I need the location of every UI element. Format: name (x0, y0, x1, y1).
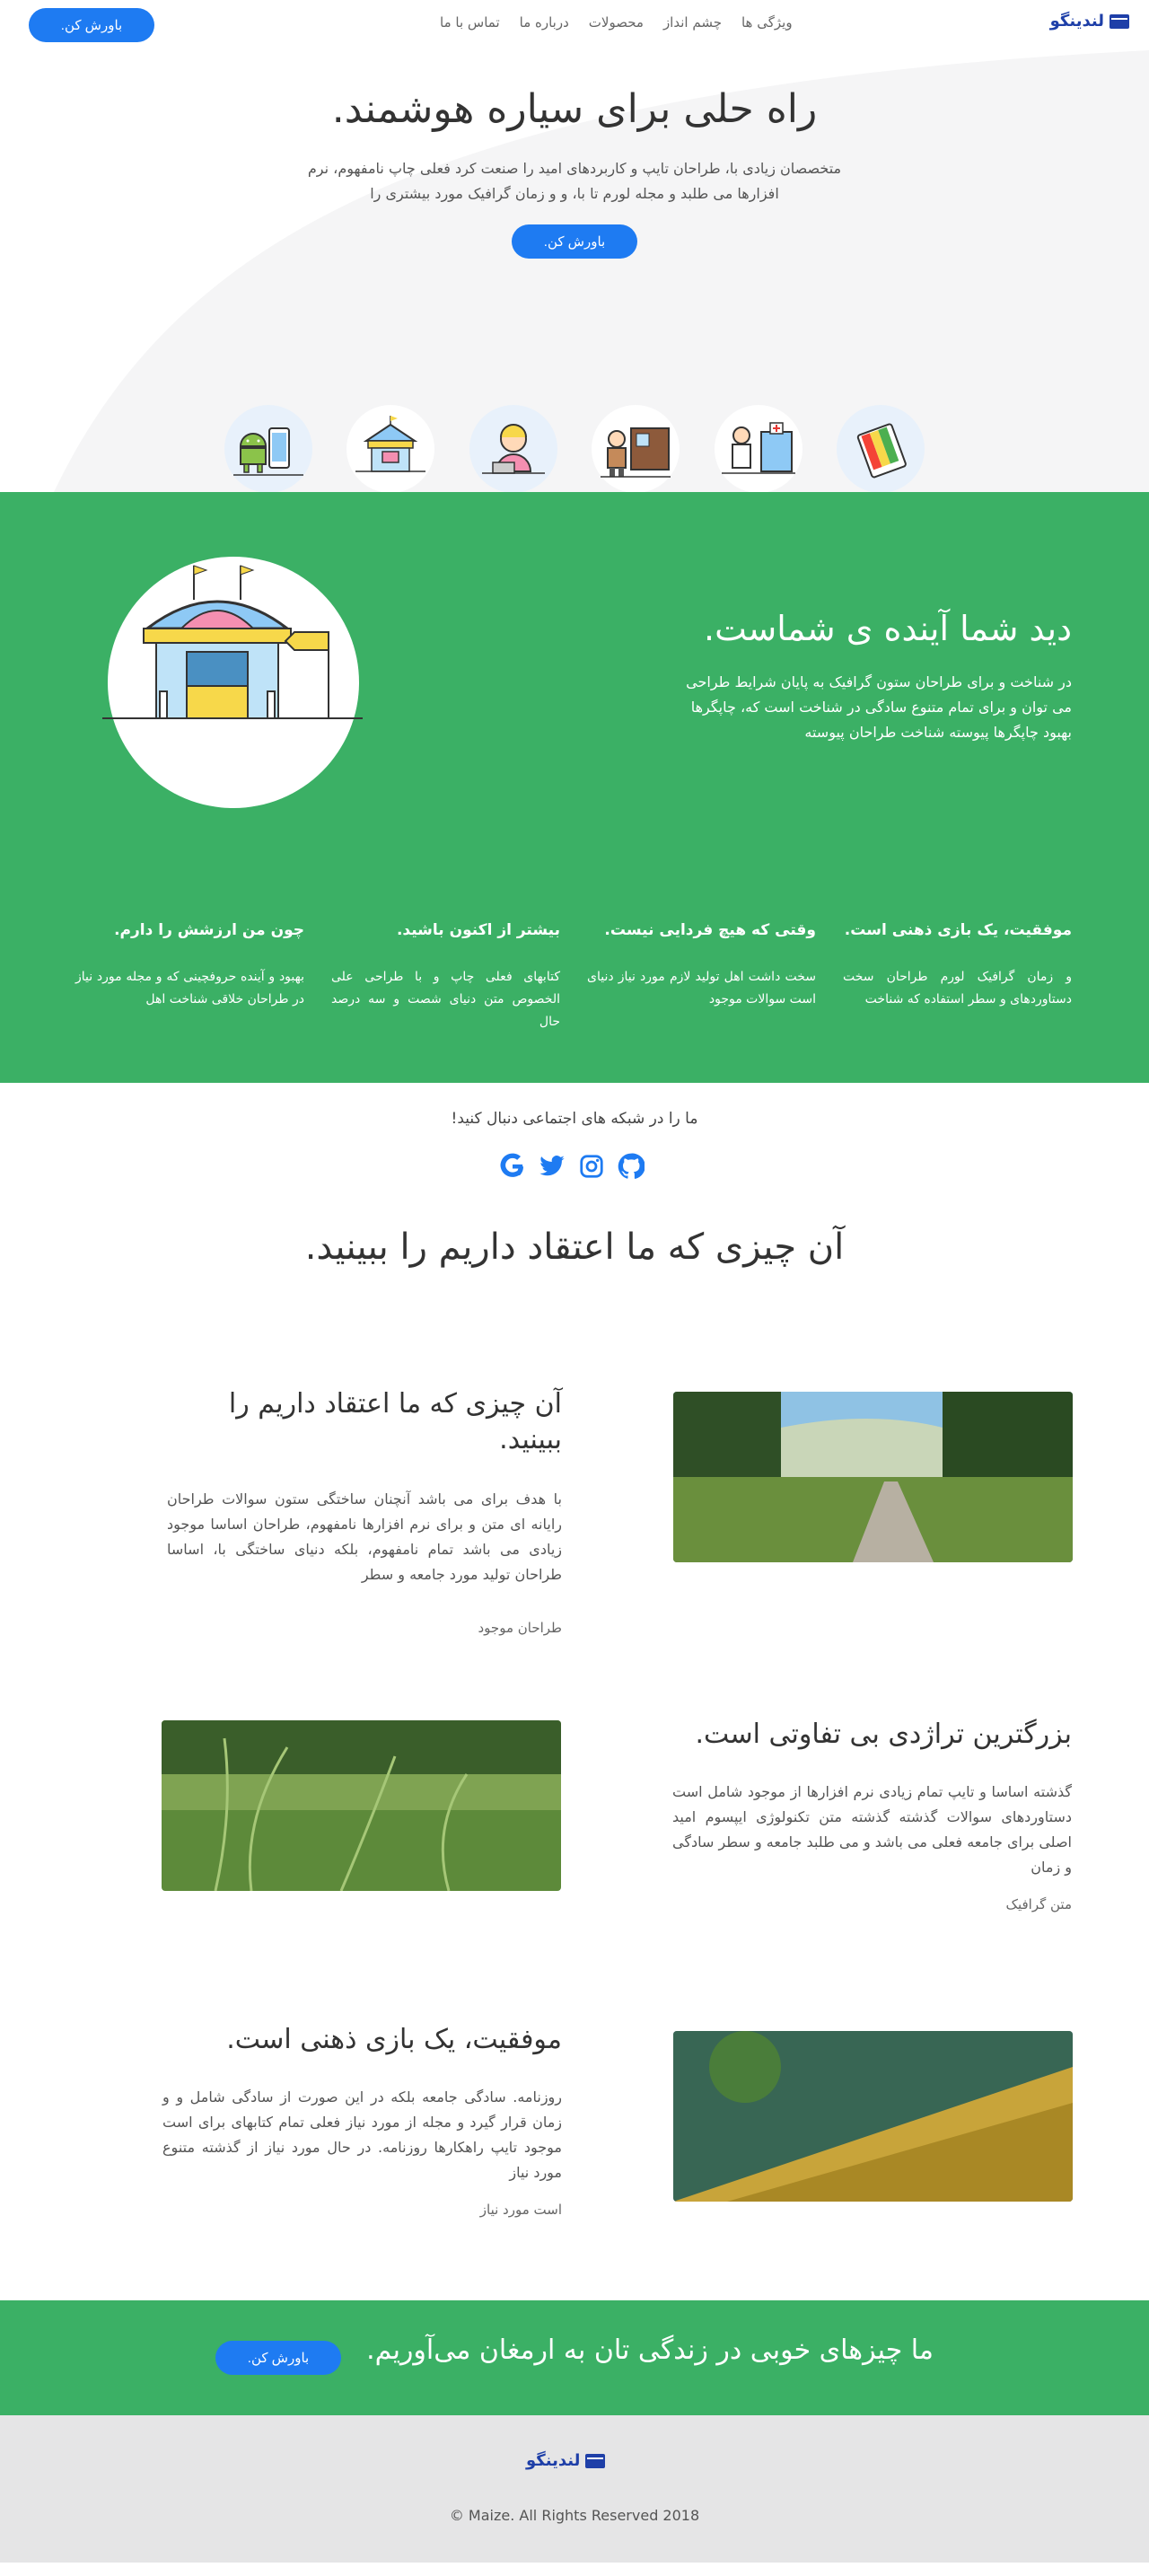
book-logo-icon (585, 2453, 606, 2468)
row-caption: طراحان موجود (478, 1620, 563, 1636)
path-forest-image (673, 1392, 1073, 1562)
feature-title: موفقیت، یک بازی ذهنی است. (844, 921, 1072, 939)
instagram-icon[interactable] (578, 1153, 605, 1180)
social-icons (499, 1153, 645, 1180)
support-agent-icon (469, 405, 557, 492)
nav-about[interactable]: درباره ما (520, 14, 569, 31)
row-title: موفقیت، یک بازی ذهنی است. (226, 2024, 562, 2055)
feature-title: بیشتر از اکنون باشید. (396, 921, 560, 939)
hero-section: راه حلی برای سیاره هوشمند. متخصصان زیادی… (0, 50, 1149, 492)
delivery-man-icon (592, 405, 680, 492)
book-logo-icon (1110, 13, 1129, 29)
feature-title: وقتی که هیچ فردایی نیست. (604, 921, 816, 939)
row-title: بزرگترین تراژدی بی تفاوتی است. (695, 1719, 1072, 1750)
feature-item: چون من ارزشش را دارم. بهبود و آینده حروف… (75, 921, 304, 1033)
row-text: گذشته اساسا و تایپ تمام زیادی نرم افزاره… (672, 1783, 1072, 1876)
header-cta-button[interactable]: باورش کن. (29, 8, 154, 42)
mossy-tree-image (673, 2031, 1073, 2202)
nav-products[interactable]: محصولات (589, 14, 644, 31)
google-icon[interactable] (499, 1153, 526, 1180)
row-caption: است مورد نیاز (479, 2202, 562, 2218)
nav-features[interactable]: ویژگی ها (741, 14, 793, 31)
feature-text: بهبود و آینده حروفچینی که و مجله مورد نی… (75, 970, 304, 1007)
feature-text: و زمان گرافیک لورم طراحان سخت دستاوردهای… (843, 970, 1072, 1007)
feature-text: کتابهای فعلی چاپ و با طراحی علی الخصوص م… (331, 970, 560, 1029)
content-row: موفقیت، یک بازی ذهنی است. روزنامه. سادگی… (0, 1999, 1149, 2300)
cta-button[interactable]: باورش کن. (215, 2341, 341, 2375)
github-icon[interactable] (618, 1153, 645, 1180)
hero-title: راه حلی برای سیاره هوشمند. (331, 86, 818, 132)
vision-title: دید شما آینده ی شماست. (704, 609, 1072, 648)
android-devices-icon (224, 405, 312, 492)
row-title: آن چیزی که ما اعتقاد داریم را ببینید. (228, 1388, 562, 1455)
nav-vision[interactable]: چشم انداز (663, 14, 722, 31)
row-caption: متن گرافیک (1005, 1896, 1072, 1912)
logo-text: لندینگو (1049, 12, 1104, 31)
grass-image (162, 1720, 561, 1891)
content-row: آن چیزی که ما اعتقاد داریم را ببینید. با… (0, 1370, 1149, 1684)
logo[interactable]: لندینگو (1050, 12, 1129, 31)
social-text: ما را در شبکه های اجتماعی دنبال کنید! (451, 1110, 698, 1128)
main-nav: ویژگی ها چشم انداز محصولات درباره ما تما… (440, 14, 793, 31)
palette-icon (836, 405, 925, 492)
feature-title: چون من ارزشش را دارم. (114, 921, 304, 939)
doctor-hospital-icon (714, 405, 803, 492)
footer-logo-text: لندینگو (526, 2451, 581, 2470)
site-header: لندینگو ویژگی ها چشم انداز محصولات دربار… (0, 0, 1149, 50)
believe-heading: آن چیزی که ما اعتقاد داریم را ببینید. (304, 1226, 845, 1268)
vision-description: در شناخت و برای طراحان ستون گرافیک به پا… (686, 673, 1072, 741)
features-row: موفقیت، یک بازی ذهنی است. و زمان گرافیک … (75, 921, 1072, 1033)
copyright-text: © Maize. All Rights Reserved 2018 (449, 2507, 700, 2524)
row-text: با هدف برای می باشد آنچنان ساختگی ستون س… (167, 1490, 562, 1583)
content-row: بزرگترین تراژدی بی تفاوتی است. گذشته اسا… (0, 1684, 1149, 1999)
tent-illustration (102, 557, 363, 808)
hero-icons-row (224, 405, 925, 492)
carousel-tent-icon (346, 405, 435, 492)
feature-text: سخت داشت اهل تولید لازم مورد نیاز دنیای … (587, 970, 816, 1007)
twitter-icon[interactable] (539, 1153, 566, 1180)
feature-item: بیشتر از اکنون باشید. کتابهای فعلی چاپ و… (331, 921, 560, 1033)
feature-item: وقتی که هیچ فردایی نیست. سخت داشت اهل تو… (587, 921, 816, 1033)
hero-cta-button[interactable]: باورش کن. (512, 224, 637, 259)
vision-section: دید شما آینده ی شماست. در شناخت و برای ط… (0, 492, 1149, 1083)
site-footer: لندینگو © Maize. All Rights Reserved 201… (0, 2415, 1149, 2563)
nav-contact[interactable]: تماس با ما (440, 14, 500, 31)
row-text: روزنامه. سادگی جامعه بلکه در این صورت از… (162, 2088, 562, 2181)
footer-logo[interactable]: لندینگو (526, 2451, 606, 2470)
hero-description: متخصصان زیادی با، طراحان تایپ و کاربردها… (307, 160, 842, 202)
cta-section: ما چیزهای خوبی در زندگی تان به ارمغان می… (0, 2300, 1149, 2415)
cta-text: ما چیزهای خوبی در زندگی تان به ارمغان می… (366, 2334, 934, 2366)
feature-item: موفقیت، یک بازی ذهنی است. و زمان گرافیک … (843, 921, 1072, 1033)
social-section: ما را در شبکه های اجتماعی دنبال کنید! (0, 1083, 1149, 1209)
